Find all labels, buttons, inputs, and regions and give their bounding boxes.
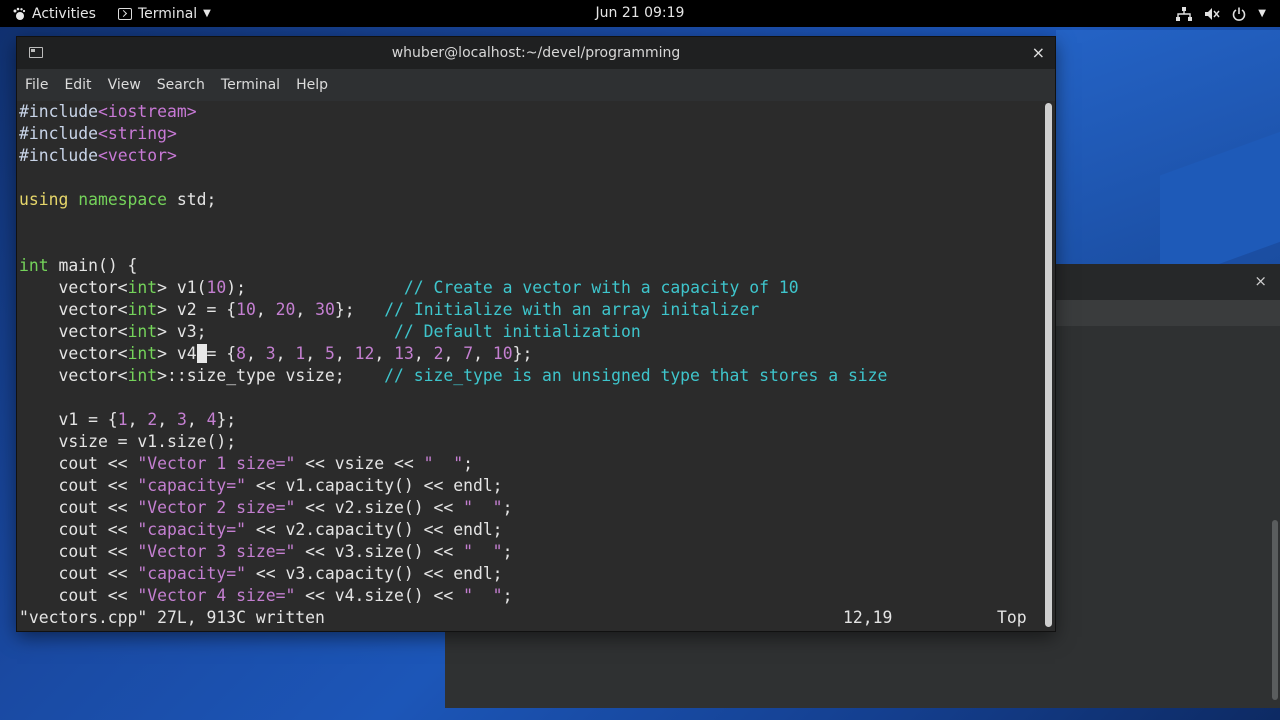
- vim-cursor-position: 12,19: [843, 608, 893, 627]
- menu-bar: File Edit View Search Terminal Help: [17, 69, 1055, 101]
- code-line-22: cout << "capacity=" << v3.capacity() << …: [19, 564, 503, 583]
- code-line-20: cout << "capacity=" << v2.capacity() << …: [19, 520, 503, 539]
- code-line-23: cout << "Vector 4 size=" << v4.size() <<…: [19, 586, 513, 605]
- volume-muted-icon: [1205, 7, 1220, 20]
- code-line-10: vector<int> v2 = {10, 20, 30}; // Initia…: [19, 300, 760, 319]
- terminal-icon: [118, 7, 132, 20]
- menu-file[interactable]: File: [17, 77, 56, 93]
- code-line-11: vector<int> v3; // Default initializatio…: [19, 322, 641, 341]
- terminal-window: whuber@localhost:~/devel/programming × F…: [17, 37, 1055, 631]
- background-window-panel: [445, 632, 1005, 708]
- window-title: whuber@localhost:~/devel/programming: [391, 45, 681, 61]
- window-titlebar[interactable]: whuber@localhost:~/devel/programming ×: [17, 37, 1055, 69]
- code-line-8: int main() {: [19, 256, 138, 275]
- activities-label: Activities: [32, 5, 96, 22]
- chevron-down-icon: ▼: [203, 8, 211, 19]
- terminal-scrollbar[interactable]: [1045, 103, 1052, 627]
- code-line-9: vector<int> v1(10); // Create a vector w…: [19, 278, 799, 297]
- close-icon[interactable]: ×: [1254, 272, 1267, 290]
- code-line-18: cout << "capacity=" << v1.capacity() << …: [19, 476, 503, 495]
- text-cursor: [196, 344, 207, 363]
- code-line-15: v1 = {1, 2, 3, 4};: [19, 410, 237, 429]
- activities-button[interactable]: Activities: [12, 0, 96, 27]
- code-line-16: vsize = v1.size();: [19, 432, 237, 451]
- vim-status-message: "vectors.cpp" 27L, 913C written: [19, 608, 325, 627]
- code-line-2: #include<string>: [19, 124, 177, 143]
- network-icon: [1176, 6, 1193, 21]
- gnome-foot-icon: [13, 7, 26, 20]
- code-line-3: #include<vector>: [19, 146, 177, 165]
- clock[interactable]: Jun 21 09:19: [596, 5, 685, 21]
- background-window-scrollbar[interactable]: [1272, 520, 1278, 700]
- code-line-21: cout << "Vector 3 size=" << v3.size() <<…: [19, 542, 513, 561]
- system-status-menu[interactable]: ▼: [1176, 0, 1266, 27]
- code-line-1: #include<iostream>: [19, 102, 197, 121]
- power-icon: [1233, 7, 1246, 21]
- app-menu-button[interactable]: Terminal ▼: [118, 0, 211, 27]
- menu-view[interactable]: View: [100, 77, 149, 93]
- code-line-5: using namespace std;: [19, 190, 217, 209]
- app-menu-label: Terminal: [138, 5, 198, 22]
- code-line-13: vector<int>::size_type vsize; // size_ty…: [19, 366, 888, 385]
- chevron-down-icon: ▼: [1258, 8, 1266, 19]
- gnome-top-bar: Activities Terminal ▼ Jun 21 09:19 ▼: [0, 0, 1280, 27]
- terminal-content[interactable]: #include<iostream> #include<string> #inc…: [17, 101, 1043, 631]
- code-line-19: cout << "Vector 2 size=" << v2.size() <<…: [19, 498, 513, 517]
- menu-edit[interactable]: Edit: [56, 77, 99, 93]
- close-window-button[interactable]: ×: [1032, 37, 1045, 69]
- menu-help[interactable]: Help: [288, 77, 336, 93]
- menu-search[interactable]: Search: [149, 77, 213, 93]
- menu-terminal[interactable]: Terminal: [213, 77, 288, 93]
- vim-scroll-indicator: Top: [997, 608, 1027, 627]
- code-line-17: cout << "Vector 1 size=" << vsize << " "…: [19, 454, 473, 473]
- code-line-12: vector<int> v4 = {8, 3, 1, 5, 12, 13, 2,…: [19, 344, 533, 363]
